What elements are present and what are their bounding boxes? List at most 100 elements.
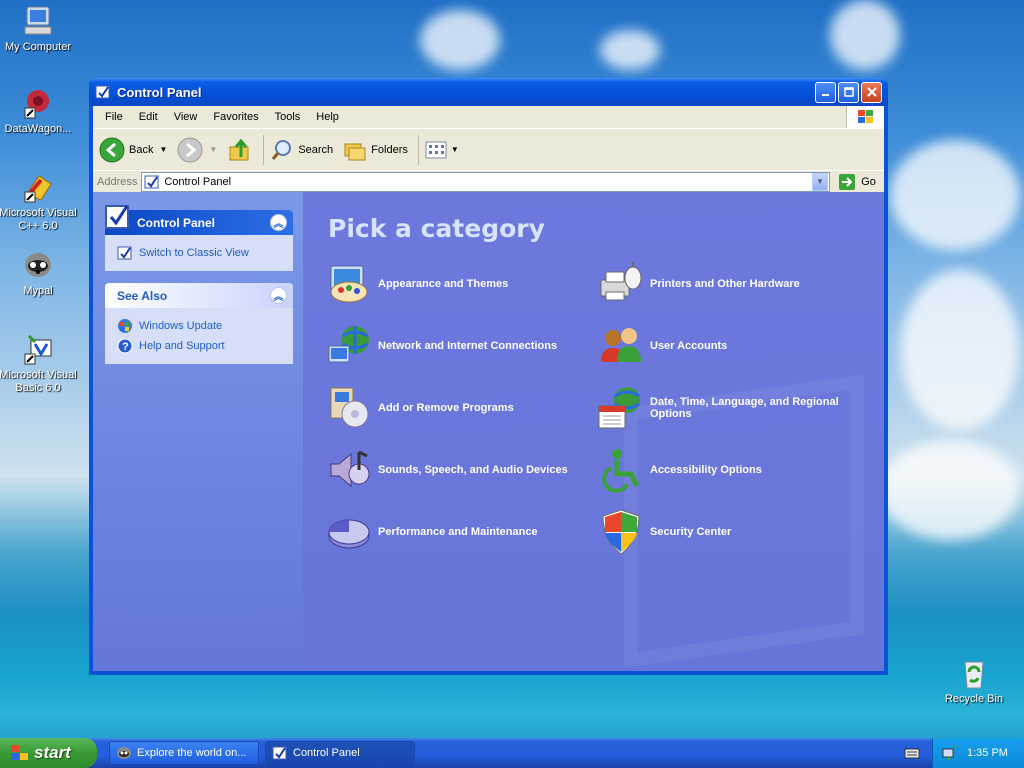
category-add-or-remove-programs[interactable]: Add or Remove Programs [325, 384, 590, 432]
user-accounts-icon [601, 328, 641, 362]
category-user-accounts[interactable]: User Accounts [597, 322, 862, 370]
address-value: Control Panel [164, 175, 232, 188]
address-label: Address [97, 175, 138, 188]
toolbar-separator [263, 134, 265, 165]
maximize-button[interactable] [838, 81, 859, 103]
clock[interactable]: 1:35 PM [967, 747, 1008, 759]
window-title: Control Panel [117, 84, 202, 100]
desktop-icon-datawagon[interactable]: DataWagon... [0, 86, 78, 136]
folders-button[interactable]: Folders [343, 138, 408, 162]
menu-file[interactable]: File [97, 111, 131, 123]
category-accessibility-options[interactable]: Accessibility Options [597, 446, 862, 494]
back-button[interactable]: Back ▼ [99, 137, 167, 163]
taskbar-item-explore[interactable]: Explore the world on... [109, 741, 259, 765]
security-shield-icon [602, 509, 640, 555]
mypal-icon [117, 747, 131, 759]
category-label: Date, Time, Language, and Regional Optio… [650, 396, 839, 420]
start-button[interactable]: start [0, 738, 97, 768]
back-arrow-icon [99, 137, 125, 162]
desktop-icon-mypal[interactable]: Mypal [0, 248, 78, 298]
category-label: Add or Remove Programs [378, 402, 514, 414]
category-network-and-internet-connections[interactable]: Network and Internet Connections [325, 322, 590, 370]
desktop-icon-my-computer[interactable]: My Computer [0, 4, 78, 54]
visual-cpp-icon [21, 170, 55, 204]
menu-help[interactable]: Help [308, 111, 347, 123]
see-also-panel-header[interactable]: See Also ︽ [105, 283, 293, 308]
taskbar-item-control-panel[interactable]: Control Panel [265, 741, 415, 765]
minimize-button[interactable] [815, 81, 836, 103]
category-label: Printers and Other Hardware [650, 278, 800, 290]
panel-title: See Also [117, 288, 168, 303]
title-bar[interactable]: Control Panel [89, 78, 888, 106]
collapse-chevron-icon[interactable]: ︽ [270, 214, 287, 231]
menu-favorites[interactable]: Favorites [205, 111, 266, 123]
add-remove-programs-icon [330, 387, 369, 428]
sounds-speaker-icon [330, 450, 370, 488]
visual-basic-icon [21, 332, 55, 366]
address-field[interactable]: Control Panel ▼ [141, 171, 830, 192]
close-button[interactable] [861, 81, 882, 103]
link-label: Help and Support [139, 340, 225, 352]
category-date-time-language-regional[interactable]: Date, Time, Language, and Regional Optio… [597, 384, 862, 432]
page-title: Pick a category [328, 214, 545, 243]
taskbar: start Explore the world on... Control Pa… [0, 738, 1024, 768]
go-label: Go [861, 175, 876, 188]
collapse-chevron-icon[interactable]: ︽ [270, 287, 287, 304]
recycle-bin-icon [957, 656, 991, 690]
forward-button[interactable]: ▼ [177, 137, 217, 163]
category-sounds-speech-audio[interactable]: Sounds, Speech, and Audio Devices [325, 446, 590, 494]
desktop-icon-label: Microsoft Visual C++ 6.0 [0, 207, 77, 232]
address-bar: Address Control Panel ▼ Go [93, 170, 884, 192]
desktop-icon-recycle-bin[interactable]: Recycle Bin [934, 656, 1014, 706]
keyboard-icon[interactable] [904, 746, 920, 763]
control-panel-panel: Control Panel ︽ Switch to Classic View [105, 205, 293, 271]
network-tray-icon[interactable] [941, 745, 957, 761]
control-panel-panel-body: Switch to Classic View [105, 235, 293, 271]
system-tray: 1:35 PM [932, 738, 1024, 768]
category-appearance-and-themes[interactable]: Appearance and Themes [325, 260, 590, 308]
date-time-globe-icon [598, 387, 640, 429]
network-globe-icon [328, 326, 369, 363]
category-security-center[interactable]: Security Center [597, 508, 862, 556]
windows-flag-icon [11, 745, 28, 760]
address-dropdown-button[interactable]: ▼ [812, 172, 828, 191]
menu-bar: File Edit View Favorites Tools Help [93, 106, 884, 128]
search-icon [272, 139, 292, 160]
svg-text:?: ? [122, 341, 129, 353]
minimize-icon [821, 94, 829, 96]
search-button[interactable]: Search [270, 138, 333, 162]
control-panel-small-icon [144, 175, 159, 188]
category-performance-and-maintenance[interactable]: Performance and Maintenance [325, 508, 590, 556]
printer-hardware-icon [600, 262, 642, 301]
desktop-icon-visual-basic[interactable]: Microsoft Visual Basic 6.0 [0, 332, 78, 395]
go-button[interactable]: Go [830, 173, 884, 191]
switch-to-classic-view-link[interactable]: Switch to Classic View [117, 243, 283, 263]
classic-view-icon [117, 246, 132, 260]
maximize-icon [843, 87, 854, 97]
desktop-icon-visual-cpp[interactable]: Microsoft Visual C++ 6.0 [0, 170, 78, 233]
up-folder-button[interactable] [227, 137, 253, 163]
windows-update-link[interactable]: Windows Update [117, 316, 283, 336]
menu-edit[interactable]: Edit [131, 111, 166, 123]
search-label: Search [298, 143, 334, 156]
panel-title: Control Panel [137, 215, 216, 230]
desktop-icon-label: DataWagon... [4, 123, 72, 135]
help-and-support-link[interactable]: ? Help and Support [117, 336, 283, 356]
menu-tools[interactable]: Tools [267, 111, 309, 123]
datawagon-icon [21, 86, 55, 120]
toolbar-separator [417, 134, 419, 165]
control-panel-checklist-icon [105, 205, 129, 229]
performance-pie-icon [328, 519, 370, 549]
chevron-down-icon[interactable]: ▼ [159, 145, 167, 154]
chevron-down-icon[interactable]: ▼ [209, 145, 217, 154]
control-panel-small-icon [272, 746, 287, 760]
category-printers-and-other-hardware[interactable]: Printers and Other Hardware [597, 260, 862, 308]
menu-view[interactable]: View [166, 111, 206, 123]
control-panel-panel-header[interactable]: Control Panel ︽ [105, 205, 293, 235]
views-icon [425, 141, 447, 158]
desktop-icon-label: Recycle Bin [944, 693, 1004, 705]
views-button[interactable]: ▼ [425, 140, 459, 160]
windows-logo-icon [846, 106, 884, 128]
help-icon: ? [117, 338, 133, 354]
my-computer-icon [21, 4, 55, 38]
